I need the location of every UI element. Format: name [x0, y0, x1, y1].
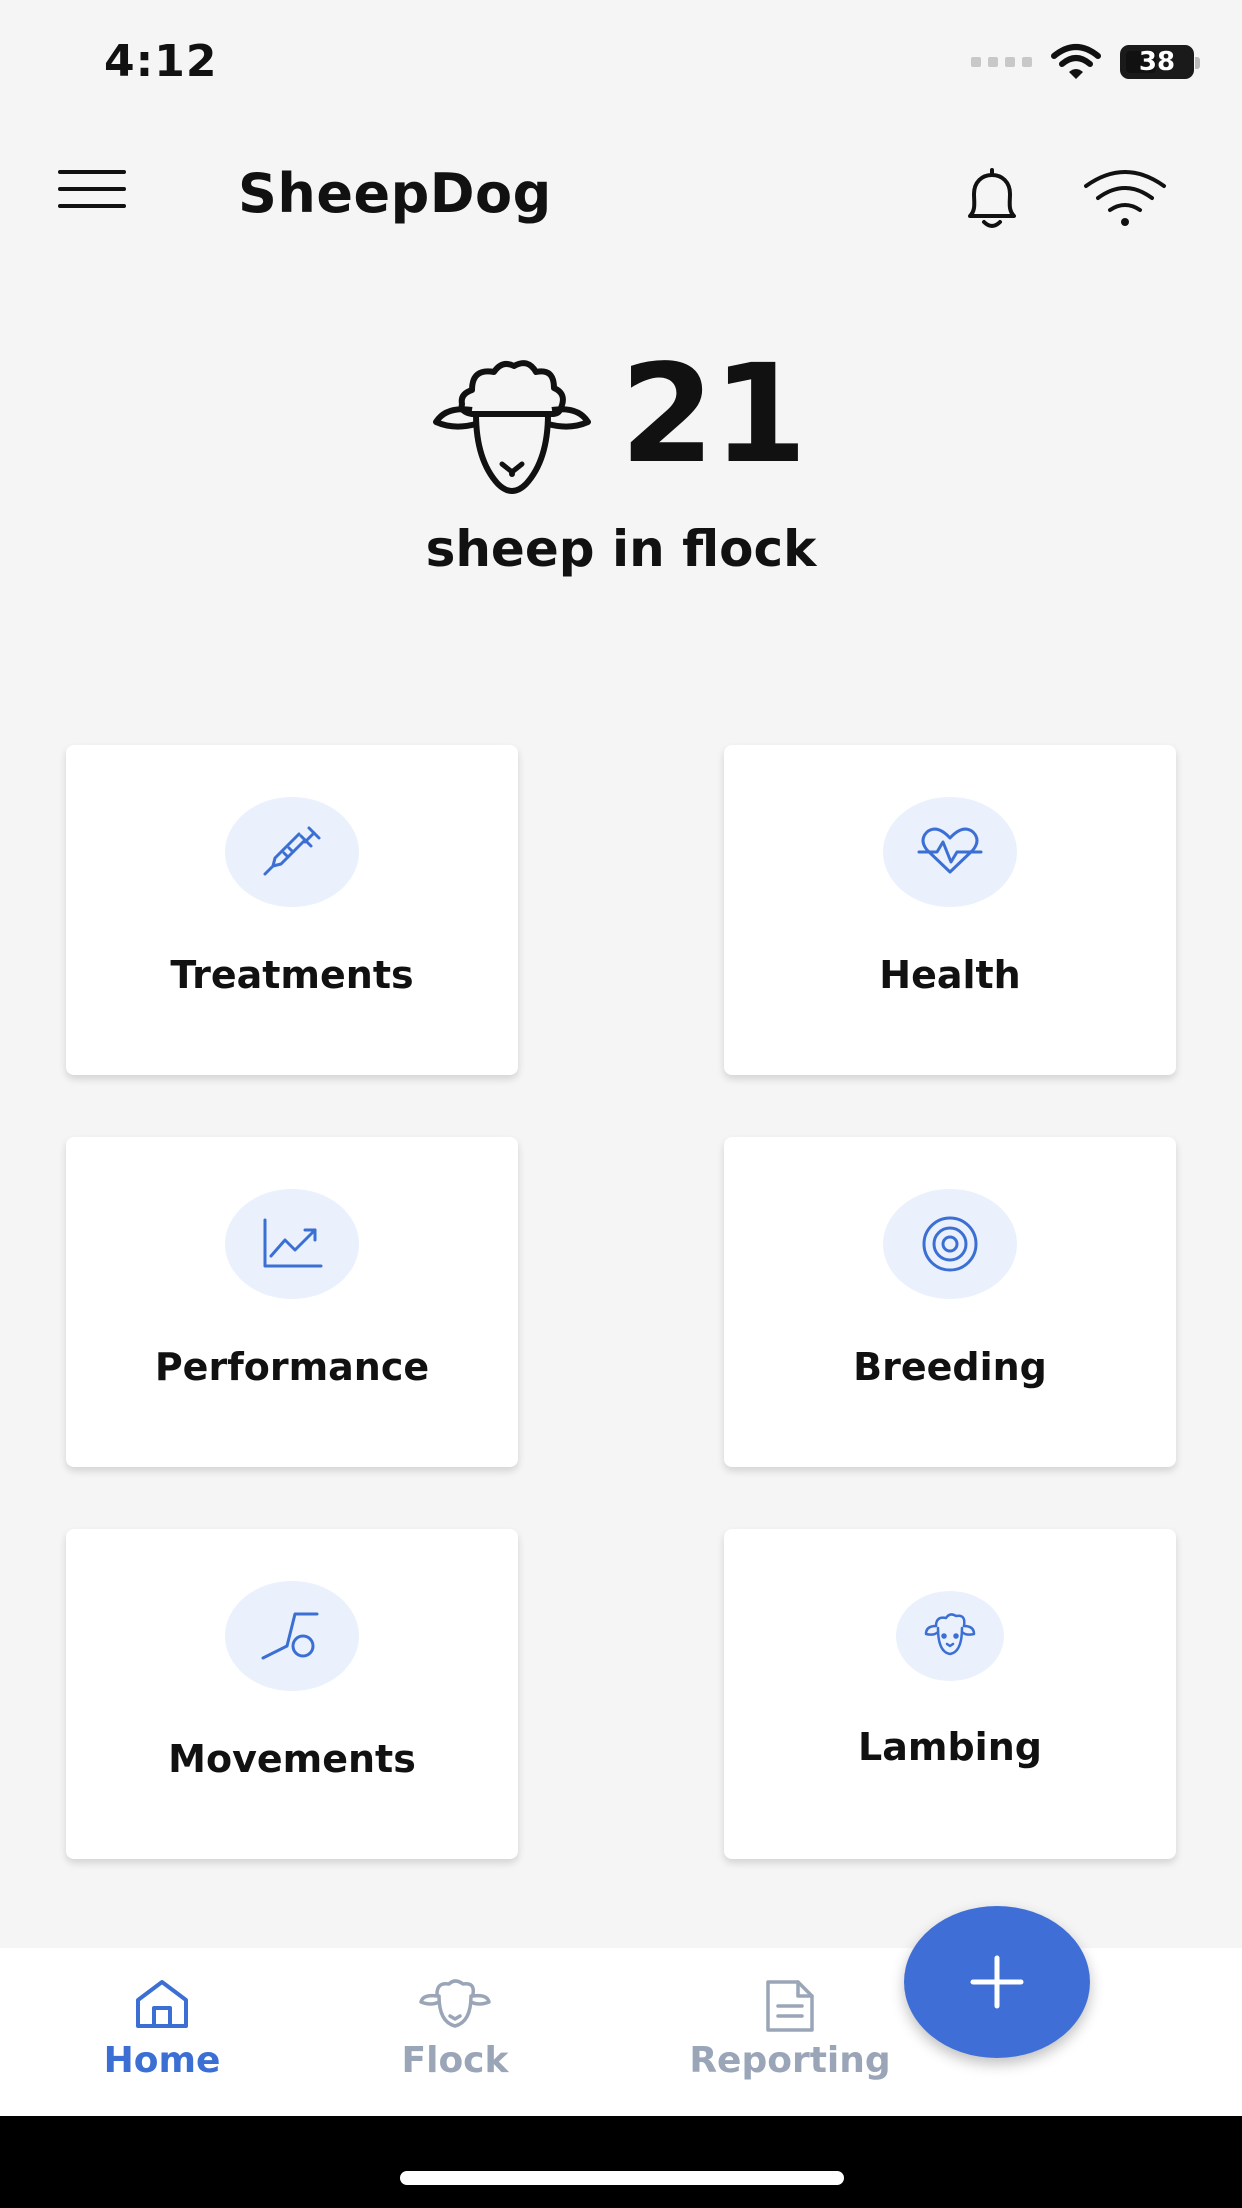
- flock-summary: 21 sheep in flock: [0, 340, 1242, 600]
- flock-label: sheep in flock: [425, 520, 817, 578]
- tile-label: Treatments: [170, 953, 414, 997]
- sheep-icon: [433, 360, 591, 494]
- sheep-icon: [419, 1979, 491, 2028]
- tile-label: Lambing: [858, 1725, 1042, 1769]
- connection-button[interactable]: [1080, 164, 1170, 234]
- tile-performance[interactable]: Performance: [66, 1137, 518, 1467]
- bell-icon: [968, 168, 1016, 228]
- wifi-status-icon: [1051, 44, 1101, 79]
- status-indicators: 38: [971, 40, 1200, 84]
- tile-movements[interactable]: Movements: [66, 1529, 518, 1859]
- home-indicator-area: [0, 2116, 1242, 2208]
- battery-level: 38: [1138, 47, 1176, 77]
- tile-treatments[interactable]: Treatments: [66, 745, 518, 1075]
- battery-icon: 38: [1120, 45, 1200, 79]
- tile-label: Health: [879, 953, 1021, 997]
- tile-health[interactable]: Health: [724, 745, 1176, 1075]
- tile-label: Movements: [168, 1737, 416, 1781]
- heartbeat-icon: [917, 827, 983, 874]
- nav-label: Reporting: [689, 2040, 891, 2081]
- tile-lambing[interactable]: Lambing: [724, 1529, 1176, 1859]
- tile-label: Performance: [154, 1345, 430, 1389]
- tile-breeding[interactable]: Breeding: [724, 1137, 1176, 1467]
- flock-count: 21: [620, 336, 807, 494]
- status-bar: 4:12 38: [0, 0, 1242, 120]
- nav-label: Flock: [401, 2040, 509, 2081]
- target-icon: [922, 1216, 978, 1272]
- menu-icon: [58, 170, 126, 174]
- app-header: SheepDog: [0, 140, 1242, 250]
- nav-flock[interactable]: Flock: [355, 1948, 555, 2116]
- nav-label: Home: [103, 2040, 221, 2081]
- menu-button[interactable]: [58, 170, 126, 220]
- add-button[interactable]: [904, 1906, 1090, 2058]
- plus-icon: [970, 1955, 1024, 2009]
- status-time: 4:12: [104, 36, 218, 87]
- nav-home[interactable]: Home: [62, 1948, 262, 2116]
- movement-icon: [261, 1612, 319, 1660]
- home-indicator[interactable]: [400, 2171, 844, 2185]
- lamb-icon: [924, 1613, 976, 1656]
- notifications-button[interactable]: [952, 160, 1032, 240]
- syringe-icon: [263, 826, 321, 876]
- document-icon: [766, 1980, 814, 2032]
- chart-trend-icon: [263, 1218, 323, 1268]
- app-title: SheepDog: [238, 162, 552, 225]
- tile-label: Breeding: [853, 1345, 1047, 1389]
- nav-reporting[interactable]: Reporting: [670, 1948, 910, 2116]
- cellular-signal-icon: [971, 57, 1032, 67]
- wifi-icon: [1084, 170, 1166, 226]
- home-icon: [136, 1980, 188, 2028]
